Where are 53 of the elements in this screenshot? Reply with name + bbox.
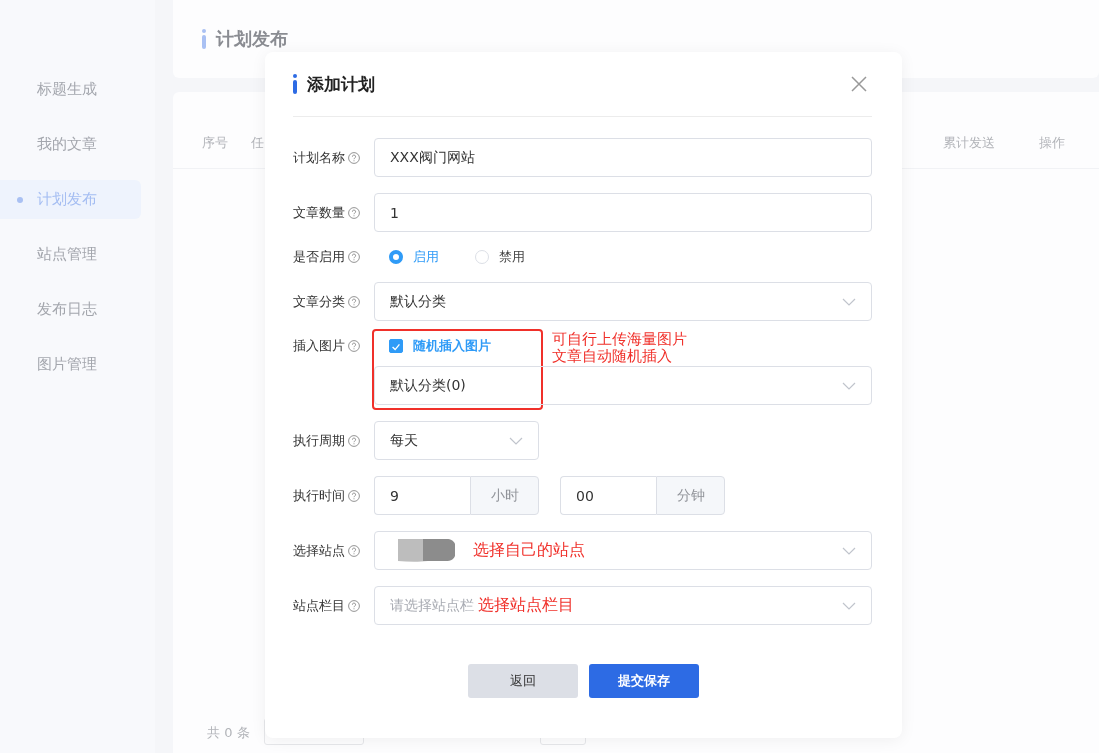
info-icon: [202, 29, 206, 49]
field-label: 文章分类: [293, 292, 345, 311]
page-title: 计划发布: [216, 27, 288, 51]
select-field[interactable]: 默认分类: [374, 282, 872, 321]
input-field[interactable]: 1: [374, 193, 872, 232]
field-label: 是否启用: [293, 248, 345, 266]
field-label: 站点栏目: [293, 596, 345, 615]
help-icon: [348, 251, 360, 263]
field-label: 执行时间: [293, 486, 345, 505]
field-label: 计划名称: [293, 148, 345, 167]
field-label: 选择站点: [293, 541, 345, 560]
field-label: 插入图片: [293, 337, 345, 355]
select-field[interactable]: 默认分类(0): [374, 366, 872, 405]
annotation-text: 可自行上传海量图片 文章自动随机插入: [552, 331, 687, 365]
help-icon: [348, 599, 360, 612]
column-header: 任: [251, 134, 265, 152]
chevron-down-icon: [842, 297, 856, 306]
column-header: 序号: [202, 134, 229, 152]
chevron-down-icon: [842, 601, 856, 610]
input-field[interactable]: 00: [560, 476, 656, 515]
column-header: 累计发送: [943, 134, 996, 152]
select-field[interactable]: 每天: [374, 421, 539, 460]
close-icon[interactable]: [850, 75, 868, 93]
help-icon: [348, 544, 360, 557]
radio-option[interactable]: 禁用: [475, 248, 525, 266]
input-field[interactable]: 9: [374, 476, 470, 515]
column-header: 操作: [1039, 134, 1066, 152]
help-icon: [348, 151, 360, 164]
annotation-text: 选择站点栏目: [478, 595, 574, 616]
dot-icon: [17, 197, 23, 203]
help-icon: [348, 295, 360, 308]
info-icon: [293, 74, 297, 94]
unit-label: 小时: [470, 476, 539, 515]
help-icon: [348, 340, 360, 352]
field-label: 执行周期: [293, 431, 345, 450]
checkbox[interactable]: 随机插入图片: [374, 337, 491, 355]
submit-button[interactable]: 提交保存: [589, 664, 699, 698]
annotation-text: 选择自己的站点: [473, 540, 585, 561]
help-icon: [348, 434, 360, 447]
help-icon: [348, 489, 360, 502]
chevron-down-icon: [842, 381, 856, 390]
total-count: 共 0 条: [207, 724, 250, 742]
dialog-title: 添加计划: [307, 72, 375, 96]
unit-label: 分钟: [656, 476, 725, 515]
radio-option[interactable]: 启用: [389, 248, 439, 266]
select-field[interactable]: 选择自己的站点: [374, 531, 872, 570]
back-button[interactable]: 返回: [468, 664, 578, 698]
select-field[interactable]: 请选择站点栏 选择站点栏目: [374, 586, 872, 625]
chevron-down-icon: [509, 436, 523, 445]
help-icon: [348, 206, 360, 219]
input-field[interactable]: XXX阀门网站: [374, 138, 872, 177]
field-label: 文章数量: [293, 203, 345, 222]
chevron-down-icon: [842, 546, 856, 555]
